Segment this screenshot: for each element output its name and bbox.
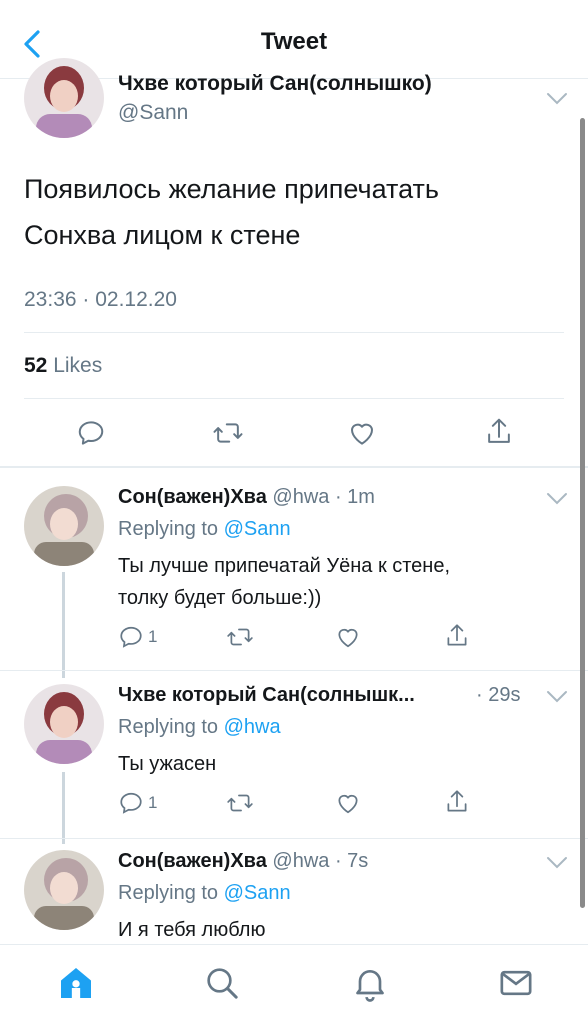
divider <box>0 838 588 839</box>
reply-author-name[interactable]: Сон(важен)Хва <box>118 486 267 508</box>
replying-to: Replying to @Sann <box>118 882 291 905</box>
thread-line <box>62 572 65 678</box>
share-icon <box>447 790 467 812</box>
tab-bar <box>0 944 588 1025</box>
comment-icon <box>78 421 104 445</box>
like-button[interactable] <box>334 790 362 816</box>
share-button[interactable] <box>484 416 514 453</box>
retweet-button[interactable] <box>212 418 244 453</box>
tab-messages[interactable] <box>496 963 536 1003</box>
home-icon <box>61 968 91 998</box>
replying-label: Replying to <box>118 518 224 540</box>
reply-text: Ты лучше припечатай Уёна к стене, толку … <box>118 550 548 614</box>
reply-author-handle[interactable]: @hwa <box>272 486 329 508</box>
replying-label: Replying to <box>118 716 224 738</box>
chevron-down-icon <box>547 93 567 105</box>
reply-button[interactable]: 1 <box>118 790 157 816</box>
retweet-button[interactable] <box>226 624 254 650</box>
heart-icon <box>338 794 358 814</box>
reply-text: И я тебя люблю <box>118 914 548 946</box>
likes-label: Likes <box>53 354 103 377</box>
tweet-menu-button[interactable] <box>546 92 568 106</box>
share-icon <box>447 624 467 646</box>
mention-link[interactable]: @hwa <box>224 716 281 738</box>
reply-header: Сон(важен)Хва @hwa · 1m <box>118 486 375 509</box>
tab-home[interactable] <box>56 963 96 1003</box>
tweet-menu-button[interactable] <box>546 856 568 870</box>
retweet-icon <box>227 628 253 646</box>
reply-count: 1 <box>148 627 158 646</box>
tweet-menu-button[interactable] <box>546 492 568 506</box>
divider <box>0 670 588 671</box>
heart-icon <box>351 423 373 445</box>
reply-text-line: толку будет больше:)) <box>118 587 322 609</box>
likes-count[interactable]: 52 Likes <box>24 354 102 378</box>
tweet-timestamp: 23:36 · 02.12.20 <box>24 288 177 311</box>
tweet-menu-button[interactable] <box>546 690 568 704</box>
reply-author-handle[interactable]: @hwa <box>272 850 329 872</box>
retweet-icon <box>227 794 253 812</box>
chevron-down-icon <box>547 493 567 505</box>
reply-count: 1 <box>148 793 158 812</box>
retweet-button[interactable] <box>226 790 254 816</box>
tweet-text-line: Сонхва лицом к стене <box>24 220 301 250</box>
avatar[interactable] <box>24 850 104 930</box>
like-button[interactable] <box>346 418 378 453</box>
thread-line <box>62 772 65 844</box>
heart-icon <box>338 628 358 648</box>
reply-button[interactable]: 1 <box>118 624 157 650</box>
reply-text-line: И я тебя люблю <box>118 919 266 941</box>
bell-icon <box>356 970 384 1002</box>
reply-text-line: Ты ужасен <box>118 753 217 775</box>
mail-icon <box>500 970 532 996</box>
retweet-icon <box>213 423 243 443</box>
divider <box>24 398 564 399</box>
comment-icon <box>120 792 142 814</box>
tab-notifications[interactable] <box>350 963 390 1003</box>
reply-time: · 7s <box>334 850 369 872</box>
chevron-down-icon <box>547 691 567 703</box>
reply-author-name[interactable]: Сон(важен)Хва <box>118 850 267 872</box>
share-button[interactable] <box>444 788 470 816</box>
avatar[interactable] <box>24 684 104 764</box>
replying-to: Replying to @hwa <box>118 716 281 739</box>
reply-header: Чхве который Сан(солнышк... <box>118 684 415 707</box>
reply-author-name[interactable]: Чхве который Сан(солнышк... <box>118 684 415 706</box>
mention-link[interactable]: @Sann <box>224 518 291 540</box>
avatar[interactable] <box>24 486 104 566</box>
divider <box>24 332 564 333</box>
share-button[interactable] <box>444 622 470 650</box>
scrollbar[interactable] <box>580 118 585 908</box>
replying-label: Replying to <box>118 882 224 904</box>
likes-number: 52 <box>24 354 48 377</box>
tweet-text-line: Появилось желание припечатать <box>24 174 439 204</box>
section-divider <box>0 466 588 468</box>
search-icon <box>207 968 238 999</box>
replying-to: Replying to @Sann <box>118 518 291 541</box>
avatar[interactable] <box>24 58 104 138</box>
mention-link[interactable]: @Sann <box>224 882 291 904</box>
tweet-text: Появилось желание припечатать Сонхва лиц… <box>24 166 564 258</box>
page-title: Tweet <box>260 28 328 55</box>
comment-icon <box>120 626 142 648</box>
reply-time: · 29s <box>476 684 521 706</box>
chevron-down-icon <box>547 857 567 869</box>
like-button[interactable] <box>334 624 362 650</box>
status-bar <box>0 0 588 8</box>
reply-text-line: Ты лучше припечатай Уёна к стене, <box>118 555 451 577</box>
tab-search[interactable] <box>202 963 242 1003</box>
author-name[interactable]: Чхве который Сан(солнышко) <box>118 72 432 96</box>
reply-header: Сон(важен)Хва @hwa · 7s <box>118 850 368 873</box>
author-handle[interactable]: @Sann <box>118 101 188 125</box>
reply-button[interactable] <box>76 418 106 453</box>
reply-time: · 1m <box>334 486 375 508</box>
share-icon <box>488 418 510 443</box>
reply-text: Ты ужасен <box>118 748 548 780</box>
